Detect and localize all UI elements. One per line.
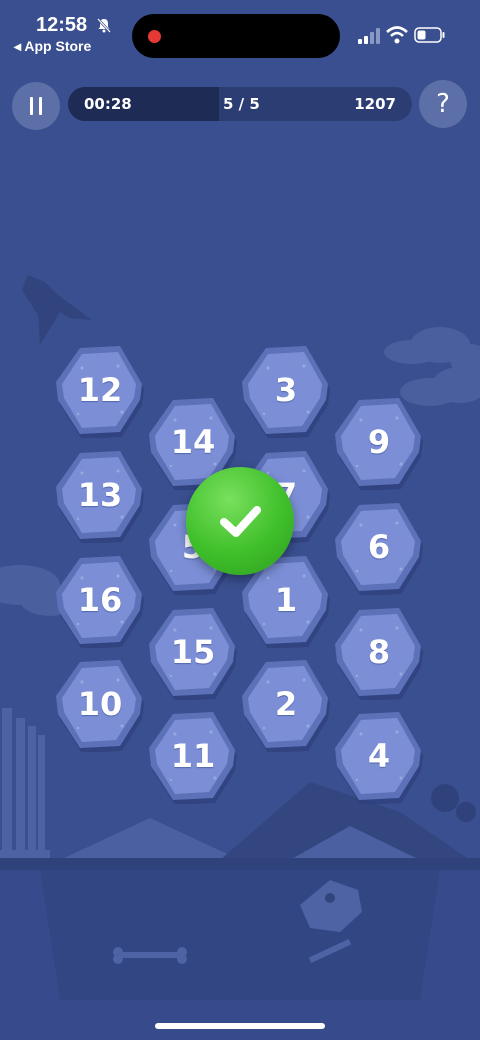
number-tile-11[interactable]: 11 xyxy=(145,708,241,804)
dynamic-island xyxy=(132,14,340,58)
number-tile-10[interactable]: 10 xyxy=(52,656,148,752)
battery-icon xyxy=(414,27,445,43)
tile-number: 11 xyxy=(170,737,216,775)
ruined-columns xyxy=(0,708,50,860)
hill-right xyxy=(290,826,420,860)
clock: 12:58 xyxy=(36,14,88,36)
number-tile-8[interactable]: 8 xyxy=(331,604,427,700)
number-tile-13[interactable]: 13 xyxy=(52,447,148,543)
success-badge xyxy=(186,467,294,575)
number-tile-16[interactable]: 16 xyxy=(52,552,148,648)
pause-button[interactable] xyxy=(12,82,60,130)
pause-icon-bar xyxy=(39,97,42,115)
back-to-app-store[interactable]: ◂ App Store xyxy=(14,38,91,55)
tile-number: 8 xyxy=(367,633,391,671)
pause-icon xyxy=(30,97,33,115)
tile-number: 2 xyxy=(274,685,298,723)
tile-number: 6 xyxy=(367,528,391,566)
home-indicator[interactable] xyxy=(155,1023,325,1029)
dino-skull-fossil xyxy=(300,880,362,932)
tile-number: 12 xyxy=(77,371,123,409)
pterodactyl-silhouette xyxy=(22,275,92,345)
number-tile-12[interactable]: 12 xyxy=(52,342,148,438)
number-tile-3[interactable]: 3 xyxy=(238,342,334,438)
tile-number: 9 xyxy=(367,423,391,461)
hill-left xyxy=(60,818,240,860)
number-tile-2[interactable]: 2 xyxy=(238,656,334,752)
number-tile-9[interactable]: 9 xyxy=(331,394,427,490)
tile-number: 15 xyxy=(170,633,216,671)
timer: 00:28 xyxy=(84,95,132,113)
wifi-icon xyxy=(386,26,408,44)
tile-number: 3 xyxy=(274,371,298,409)
status-bar: 12:58 ◂ App Store xyxy=(0,0,480,70)
tile-number: 16 xyxy=(77,581,123,619)
checkmark-icon xyxy=(220,506,261,537)
number-tile-6[interactable]: 6 xyxy=(331,499,427,595)
hud-bar: 00:28 5 / 5 1207 xyxy=(68,87,412,121)
signal-icon xyxy=(358,28,380,44)
number-tile-4[interactable]: 4 xyxy=(331,708,427,804)
number-tile-15[interactable]: 15 xyxy=(145,604,241,700)
dig-pit xyxy=(40,870,440,1000)
tile-number: 4 xyxy=(367,737,391,775)
bell-slash-icon xyxy=(97,18,111,33)
bone-fossil xyxy=(113,938,352,964)
score: 1207 xyxy=(354,95,396,113)
level-counter: 5 / 5 xyxy=(223,95,260,113)
help-button[interactable]: ? xyxy=(419,80,467,128)
tile-number: 10 xyxy=(77,685,123,723)
recording-indicator-icon xyxy=(148,30,161,43)
tile-number: 13 xyxy=(77,476,123,514)
